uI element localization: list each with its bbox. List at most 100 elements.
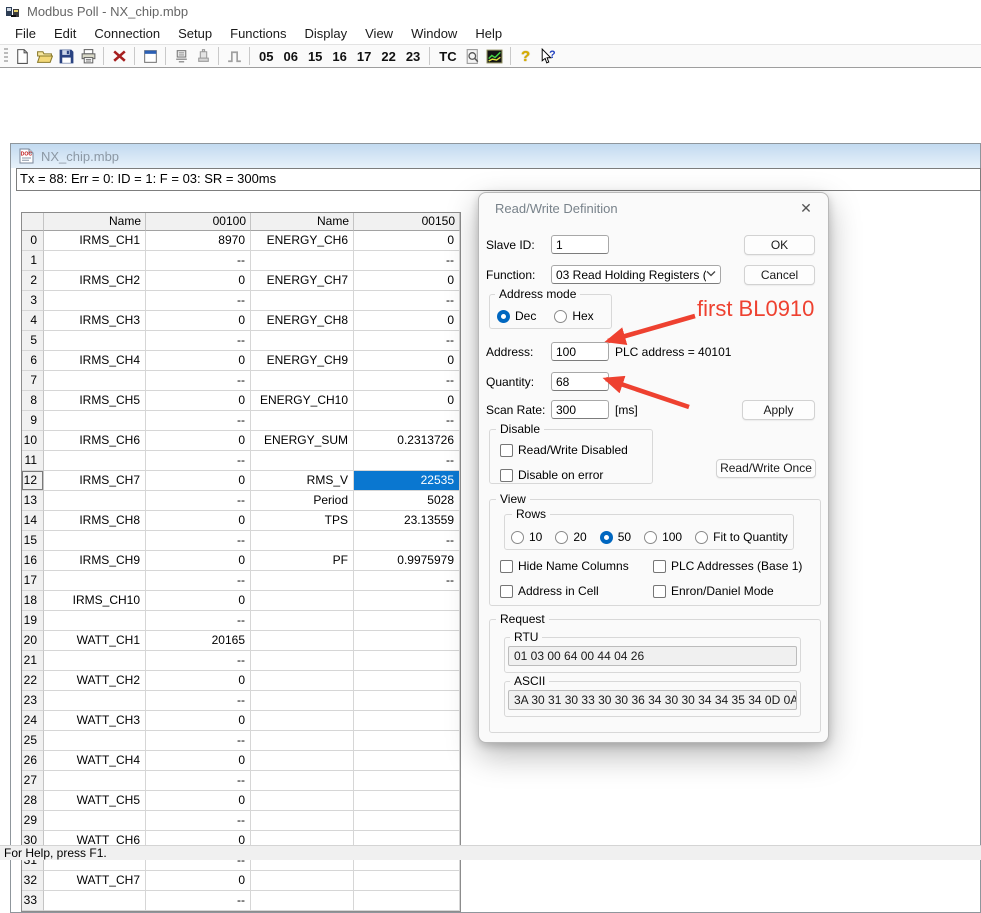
name-cell[interactable] [251,891,354,911]
row-number-cell[interactable]: 4 [22,311,44,331]
name-cell[interactable]: IRMS_CH9 [44,551,146,571]
name-cell[interactable] [44,291,146,311]
value-cell[interactable]: 0 [146,591,251,611]
value-cell[interactable]: -- [354,451,460,471]
value-cell[interactable]: -- [354,531,460,551]
value-cell[interactable]: -- [146,691,251,711]
menu-item[interactable]: Connection [85,24,169,43]
checkbox-option[interactable]: Hide Name Columns [500,559,653,573]
name-cell[interactable]: ENERGY_CH8 [251,311,354,331]
column-header-name1[interactable]: Name [44,213,146,231]
value-cell[interactable] [354,731,460,751]
help-icon[interactable]: ? [515,46,537,66]
value-cell[interactable]: 0 [146,471,251,491]
name-cell[interactable] [44,691,146,711]
value-cell[interactable]: -- [354,331,460,351]
value-cell[interactable]: -- [146,891,251,911]
value-cell[interactable]: -- [354,571,460,591]
value-cell[interactable]: -- [146,291,251,311]
name-cell[interactable] [251,651,354,671]
row-number-cell[interactable]: 11 [22,451,44,471]
value-cell[interactable]: 0 [146,271,251,291]
slave-id-input[interactable] [551,235,609,254]
auto-read-icon[interactable] [192,46,214,66]
row-number-cell[interactable]: 21 [22,651,44,671]
print-icon[interactable] [77,46,99,66]
name-cell[interactable] [251,331,354,351]
name-cell[interactable] [251,251,354,271]
name-cell[interactable] [251,611,354,631]
value-cell[interactable] [354,771,460,791]
name-cell[interactable] [251,691,354,711]
value-cell[interactable]: 0 [354,271,460,291]
value-cell[interactable] [354,791,460,811]
name-cell[interactable]: ENERGY_CH7 [251,271,354,291]
row-number-cell[interactable]: 14 [22,511,44,531]
checkbox-option[interactable]: PLC Addresses (Base 1) [653,559,802,573]
name-cell[interactable] [251,791,354,811]
radio-option[interactable]: 20 [555,530,586,544]
menu-item[interactable]: Functions [221,24,295,43]
row-number-cell[interactable]: 20 [22,631,44,651]
value-cell[interactable] [354,691,460,711]
value-cell[interactable]: -- [146,651,251,671]
name-cell[interactable]: IRMS_CH8 [44,511,146,531]
value-cell[interactable] [354,651,460,671]
name-cell[interactable]: IRMS_CH2 [44,271,146,291]
column-header-00150[interactable]: 00150 [354,213,460,231]
value-cell[interactable] [354,631,460,651]
column-header-name2[interactable]: Name [251,213,354,231]
function-select[interactable]: 03 Read Holding Registers (4x) [551,265,721,284]
name-cell[interactable] [251,451,354,471]
function-code-button[interactable]: 16 [327,49,351,64]
menu-item[interactable]: File [6,24,45,43]
row-number-cell[interactable]: 25 [22,731,44,751]
value-cell[interactable]: 0 [146,351,251,371]
name-cell[interactable] [44,771,146,791]
value-cell[interactable] [354,751,460,771]
name-cell[interactable] [251,771,354,791]
function-code-button[interactable]: 15 [303,49,327,64]
row-number-cell[interactable]: 29 [22,811,44,831]
name-cell[interactable]: RMS_V [251,471,354,491]
menu-item[interactable]: Edit [45,24,85,43]
name-cell[interactable] [251,591,354,611]
function-code-button[interactable]: 22 [376,49,400,64]
value-cell[interactable] [354,611,460,631]
name-cell[interactable]: WATT_CH4 [44,751,146,771]
value-cell[interactable] [354,671,460,691]
open-file-icon[interactable] [33,46,55,66]
checkbox-option[interactable]: Enron/Daniel Mode [653,584,802,598]
name-cell[interactable] [44,531,146,551]
row-number-cell[interactable]: 0 [22,231,44,251]
name-cell[interactable] [251,531,354,551]
value-cell[interactable]: 23.13559 [354,511,460,531]
value-cell[interactable]: -- [146,251,251,271]
value-cell[interactable]: -- [354,291,460,311]
value-cell[interactable]: 22535 [354,471,460,491]
row-number-cell[interactable]: 33 [22,891,44,911]
radio-option[interactable]: Dec [497,309,536,323]
poll-definition-icon[interactable] [170,46,192,66]
value-cell[interactable]: 0 [146,871,251,891]
value-cell[interactable]: 0 [146,431,251,451]
function-code-button[interactable]: 17 [352,49,376,64]
row-number-cell[interactable]: 18 [22,591,44,611]
disconnect-icon[interactable] [108,46,130,66]
name-cell[interactable] [251,411,354,431]
name-cell[interactable] [251,731,354,751]
context-help-icon[interactable]: ? [537,46,559,66]
name-cell[interactable]: ENERGY_CH10 [251,391,354,411]
row-number-cell[interactable]: 3 [22,291,44,311]
value-cell[interactable]: -- [146,371,251,391]
function-code-button[interactable]: 05 [254,49,278,64]
name-cell[interactable]: WATT_CH5 [44,791,146,811]
row-number-cell[interactable]: 32 [22,871,44,891]
value-cell[interactable]: 20165 [146,631,251,651]
name-cell[interactable]: IRMS_CH5 [44,391,146,411]
name-cell[interactable] [251,291,354,311]
row-number-cell[interactable]: 9 [22,411,44,431]
value-cell[interactable]: -- [146,411,251,431]
menu-item[interactable]: Display [296,24,357,43]
column-header-corner[interactable] [22,213,44,231]
